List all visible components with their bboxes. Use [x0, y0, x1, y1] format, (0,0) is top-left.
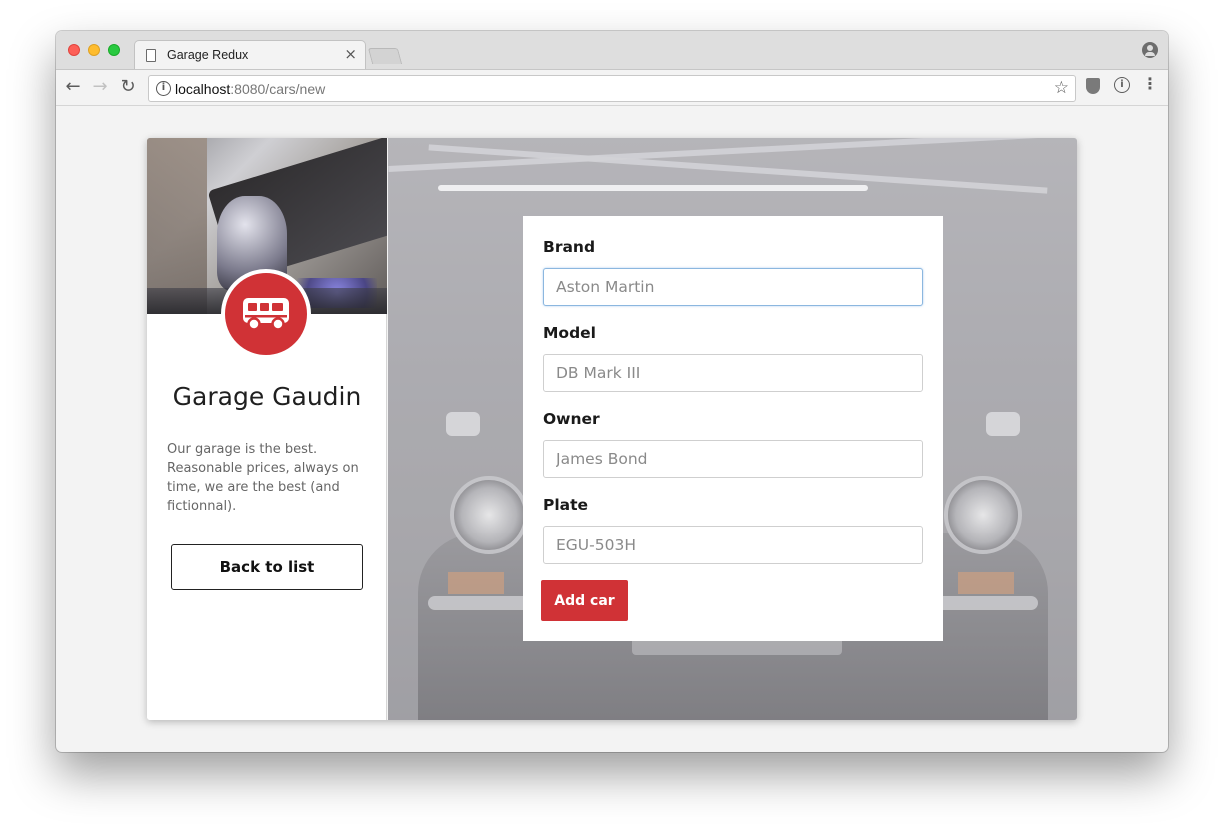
- star-icon[interactable]: ☆: [1054, 78, 1069, 98]
- back-arrow-icon[interactable]: ←: [62, 76, 84, 98]
- title-bar: Garage Redux ×: [56, 31, 1168, 70]
- extension-info-icon[interactable]: i: [1114, 77, 1130, 93]
- plate-label: Plate: [543, 496, 589, 514]
- main-panel: Brand Model Owner Plate Add car: [388, 138, 1077, 720]
- owner-label: Owner: [543, 410, 600, 428]
- close-icon[interactable]: ×: [344, 45, 357, 63]
- back-to-list-button[interactable]: Back to list: [171, 544, 363, 590]
- plate-input[interactable]: [543, 526, 923, 564]
- info-icon[interactable]: i: [156, 81, 171, 96]
- app-container: Garage Gaudin Our garage is the best. Re…: [147, 138, 1077, 720]
- address-bar[interactable]: i localhost:8080/cars/new ☆: [148, 75, 1076, 102]
- browser-tab[interactable]: Garage Redux ×: [134, 40, 366, 70]
- minimize-window-button[interactable]: [88, 44, 100, 56]
- url-text[interactable]: localhost:8080/cars/new: [175, 81, 325, 97]
- add-car-button[interactable]: Add car: [541, 580, 628, 621]
- maximize-window-button[interactable]: [108, 44, 120, 56]
- brand-label: Brand: [543, 238, 596, 256]
- bus-icon: [243, 298, 289, 331]
- browser-toolbar: ← → ↻ i localhost:8080/cars/new ☆: [56, 69, 1168, 106]
- model-label: Model: [543, 324, 596, 342]
- sidebar: Garage Gaudin Our garage is the best. Re…: [147, 138, 387, 720]
- owner-input[interactable]: [543, 440, 923, 478]
- garage-description: Our garage is the best. Reasonable price…: [167, 442, 359, 514]
- new-car-form: Brand Model Owner Plate Add car: [523, 216, 943, 641]
- new-tab-button[interactable]: [367, 48, 403, 64]
- ublock-icon[interactable]: [1086, 78, 1100, 94]
- brand-input[interactable]: [543, 268, 923, 306]
- tab-title: Garage Redux: [167, 48, 249, 62]
- url-host: localhost: [175, 81, 231, 97]
- reload-icon[interactable]: ↻: [117, 76, 139, 98]
- url-path: :8080/cars/new: [230, 81, 326, 97]
- close-window-button[interactable]: [68, 44, 80, 56]
- model-input[interactable]: [543, 354, 923, 392]
- browser-window: Garage Redux × ← → ↻ i localhost:8080/ca…: [56, 31, 1168, 752]
- garage-logo: [221, 269, 311, 359]
- file-icon: [146, 49, 156, 62]
- profile-icon[interactable]: [1142, 42, 1158, 58]
- menu-icon[interactable]: ⋮: [1142, 75, 1158, 93]
- garage-name: Garage Gaudin: [172, 382, 362, 411]
- forward-arrow-icon[interactable]: →: [89, 76, 111, 98]
